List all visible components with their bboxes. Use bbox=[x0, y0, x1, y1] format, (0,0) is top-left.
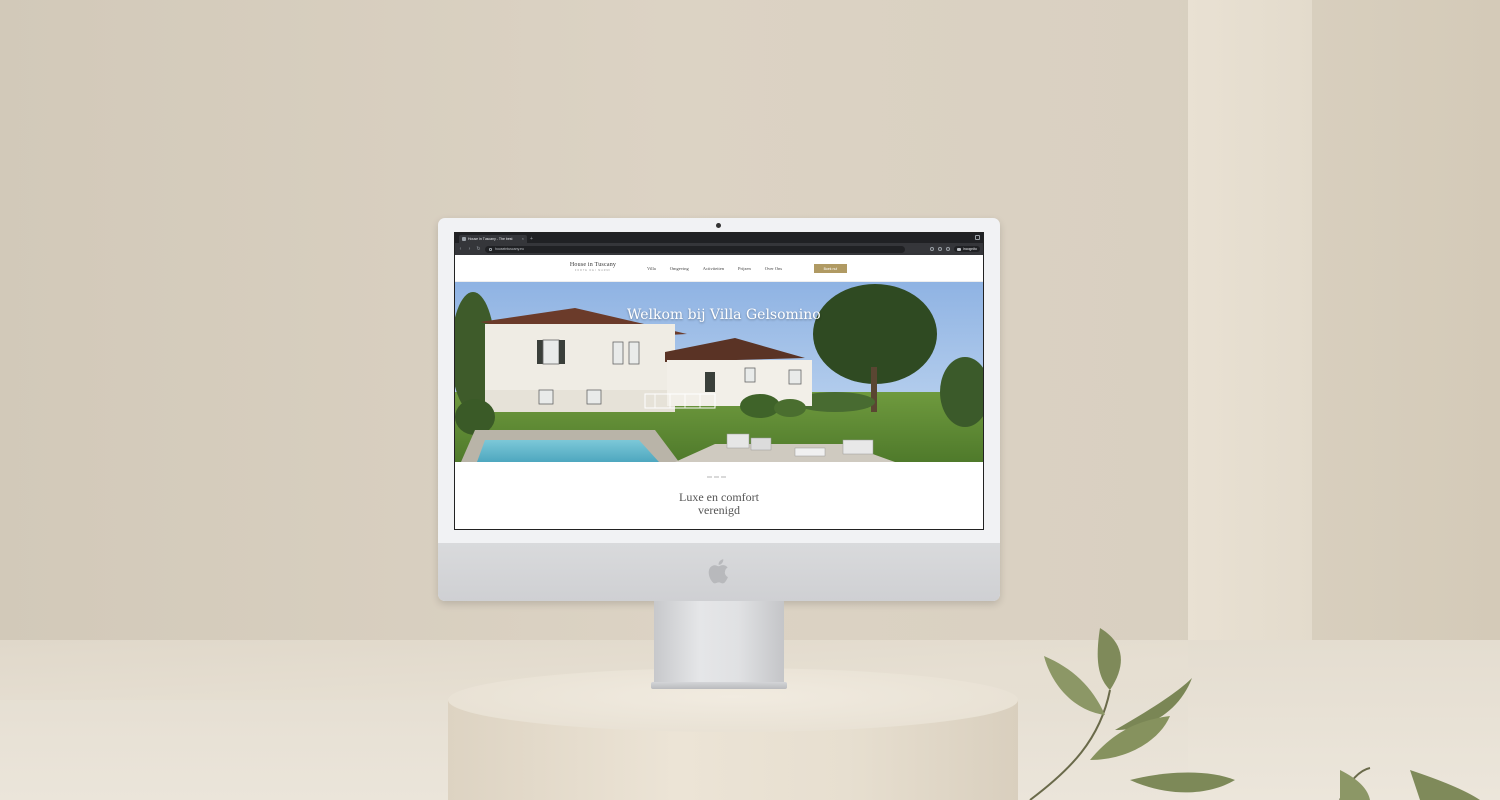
camera bbox=[716, 223, 721, 228]
lock-icon bbox=[489, 247, 492, 251]
logo-subtitle: FORTE DEI MARMI bbox=[574, 269, 612, 272]
search-icon[interactable] bbox=[929, 247, 934, 251]
new-tab-button[interactable]: + bbox=[530, 235, 533, 243]
nav-item-prijzen[interactable]: Prijzen bbox=[738, 266, 751, 271]
slider-dot[interactable] bbox=[721, 476, 726, 478]
close-tab-icon[interactable]: × bbox=[522, 237, 524, 241]
slider-dots bbox=[707, 476, 726, 478]
logo-text: House in Tuscany bbox=[569, 262, 617, 268]
hero-banner: Welkom bij Villa Gelsomino bbox=[455, 282, 983, 462]
site-header: House in Tuscany FORTE DEI MARMI Villa O… bbox=[455, 255, 983, 282]
star-icon[interactable] bbox=[937, 247, 942, 251]
nav-item-activiteiten[interactable]: Activiteiten bbox=[703, 266, 724, 271]
toolbar-actions: Incognito bbox=[929, 246, 980, 252]
screen: House in Tuscany - The best × + ‹ › ↻ ho… bbox=[454, 232, 984, 530]
apple-logo-icon bbox=[708, 559, 728, 584]
browser-tab-bar: House in Tuscany - The best × + bbox=[455, 233, 983, 243]
slider-dot[interactable] bbox=[707, 476, 712, 478]
nav-item-villa[interactable]: Villa bbox=[647, 266, 656, 271]
section-title: Luxe en comfort verenigd bbox=[619, 491, 819, 517]
browser-tab[interactable]: House in Tuscany - The best × bbox=[459, 235, 527, 243]
url-text: houseintuscany.eu bbox=[495, 247, 524, 251]
plant-leaves bbox=[1029, 628, 1480, 800]
wall-pillar-front bbox=[1188, 0, 1312, 685]
browser-toolbar: ‹ › ↻ houseintuscany.eu Incognito bbox=[455, 243, 983, 255]
forward-button[interactable]: › bbox=[467, 246, 472, 252]
book-now-button[interactable]: Boek nu! bbox=[814, 264, 847, 273]
sidepanel-icon[interactable] bbox=[945, 247, 950, 251]
nav-item-over-ons[interactable]: Over Ons bbox=[765, 266, 782, 271]
window-control-icon[interactable] bbox=[975, 235, 980, 240]
main-nav: Villa Omgeving Activiteiten Prijzen Over… bbox=[647, 266, 782, 271]
hero-title: Welkom bij Villa Gelsomino bbox=[627, 307, 821, 323]
slider-dot[interactable] bbox=[714, 476, 719, 478]
back-button[interactable]: ‹ bbox=[458, 246, 463, 252]
reload-button[interactable]: ↻ bbox=[476, 246, 481, 252]
address-bar[interactable]: houseintuscany.eu bbox=[485, 245, 905, 253]
incognito-badge[interactable]: Incognito bbox=[953, 246, 980, 252]
imac-chin bbox=[438, 543, 1000, 601]
imac-stand-foot bbox=[651, 682, 787, 689]
site-logo[interactable]: House in Tuscany FORTE DEI MARMI bbox=[563, 262, 623, 272]
incognito-label: Incognito bbox=[962, 247, 977, 251]
favicon-icon bbox=[462, 237, 466, 241]
incognito-icon bbox=[956, 247, 961, 251]
nav-item-omgeving[interactable]: Omgeving bbox=[670, 266, 689, 271]
imac-stand bbox=[654, 601, 784, 685]
tab-title: House in Tuscany - The best bbox=[468, 237, 513, 241]
section-title-line2: verenigd bbox=[698, 503, 740, 517]
